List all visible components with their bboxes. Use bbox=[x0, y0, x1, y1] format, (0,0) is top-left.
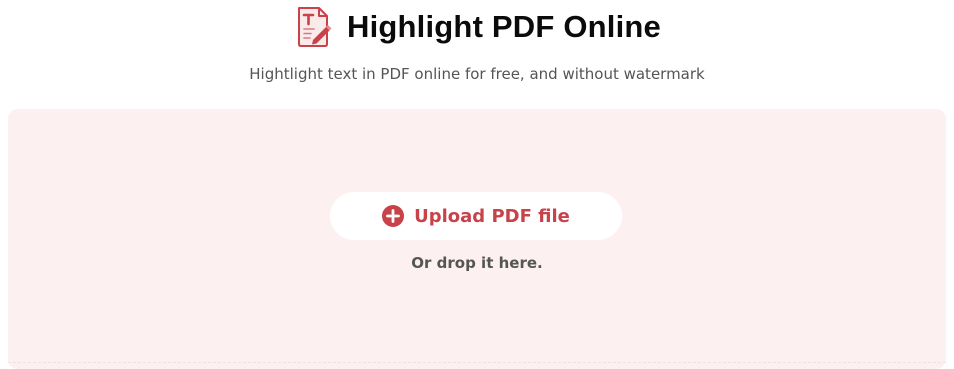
page-subtitle: Hightlight text in PDF online for free, … bbox=[249, 65, 705, 83]
plus-circle-icon bbox=[382, 205, 405, 227]
title-row: Highlight PDF Online bbox=[0, 4, 954, 50]
file-dropzone[interactable]: Upload PDF file Or drop it here. bbox=[8, 109, 946, 369]
drop-hint-text: Or drop it here. bbox=[411, 254, 543, 272]
page-header: Highlight PDF Online Hightlight text in … bbox=[0, 0, 954, 100]
upload-button-label: Upload PDF file bbox=[414, 205, 570, 227]
page-title: Highlight PDF Online bbox=[347, 9, 661, 44]
upload-pdf-button[interactable]: Upload PDF file bbox=[330, 192, 622, 240]
pdf-highlight-icon bbox=[298, 7, 332, 47]
